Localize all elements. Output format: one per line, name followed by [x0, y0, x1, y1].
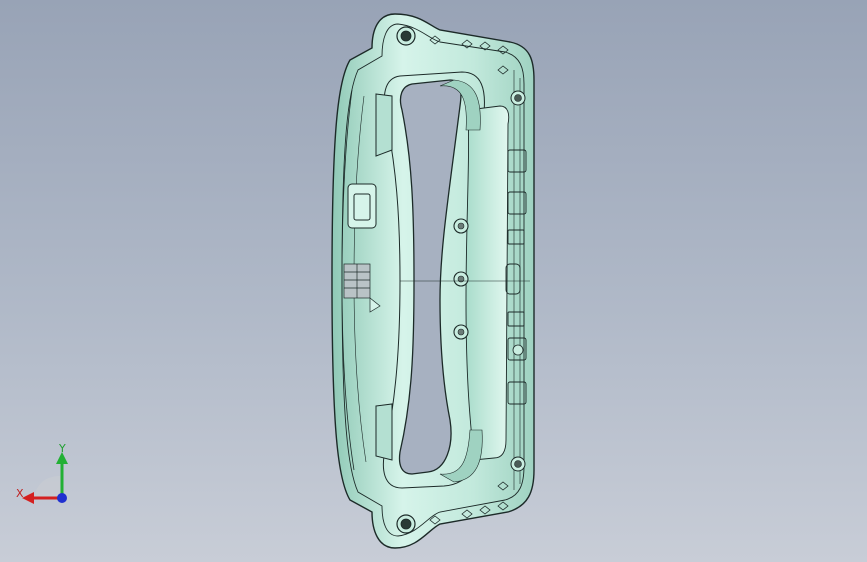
x-axis-label: X — [16, 487, 24, 500]
handle-grip-bar — [465, 105, 510, 461]
z-axis-icon — [57, 493, 67, 503]
triad-shadow-icon — [34, 476, 60, 498]
y-axis-label: Y — [59, 442, 66, 455]
cad-model[interactable] — [0, 0, 867, 562]
graphics-viewport[interactable]: X Y — [0, 0, 867, 562]
coordinate-triad: X Y — [12, 440, 82, 510]
